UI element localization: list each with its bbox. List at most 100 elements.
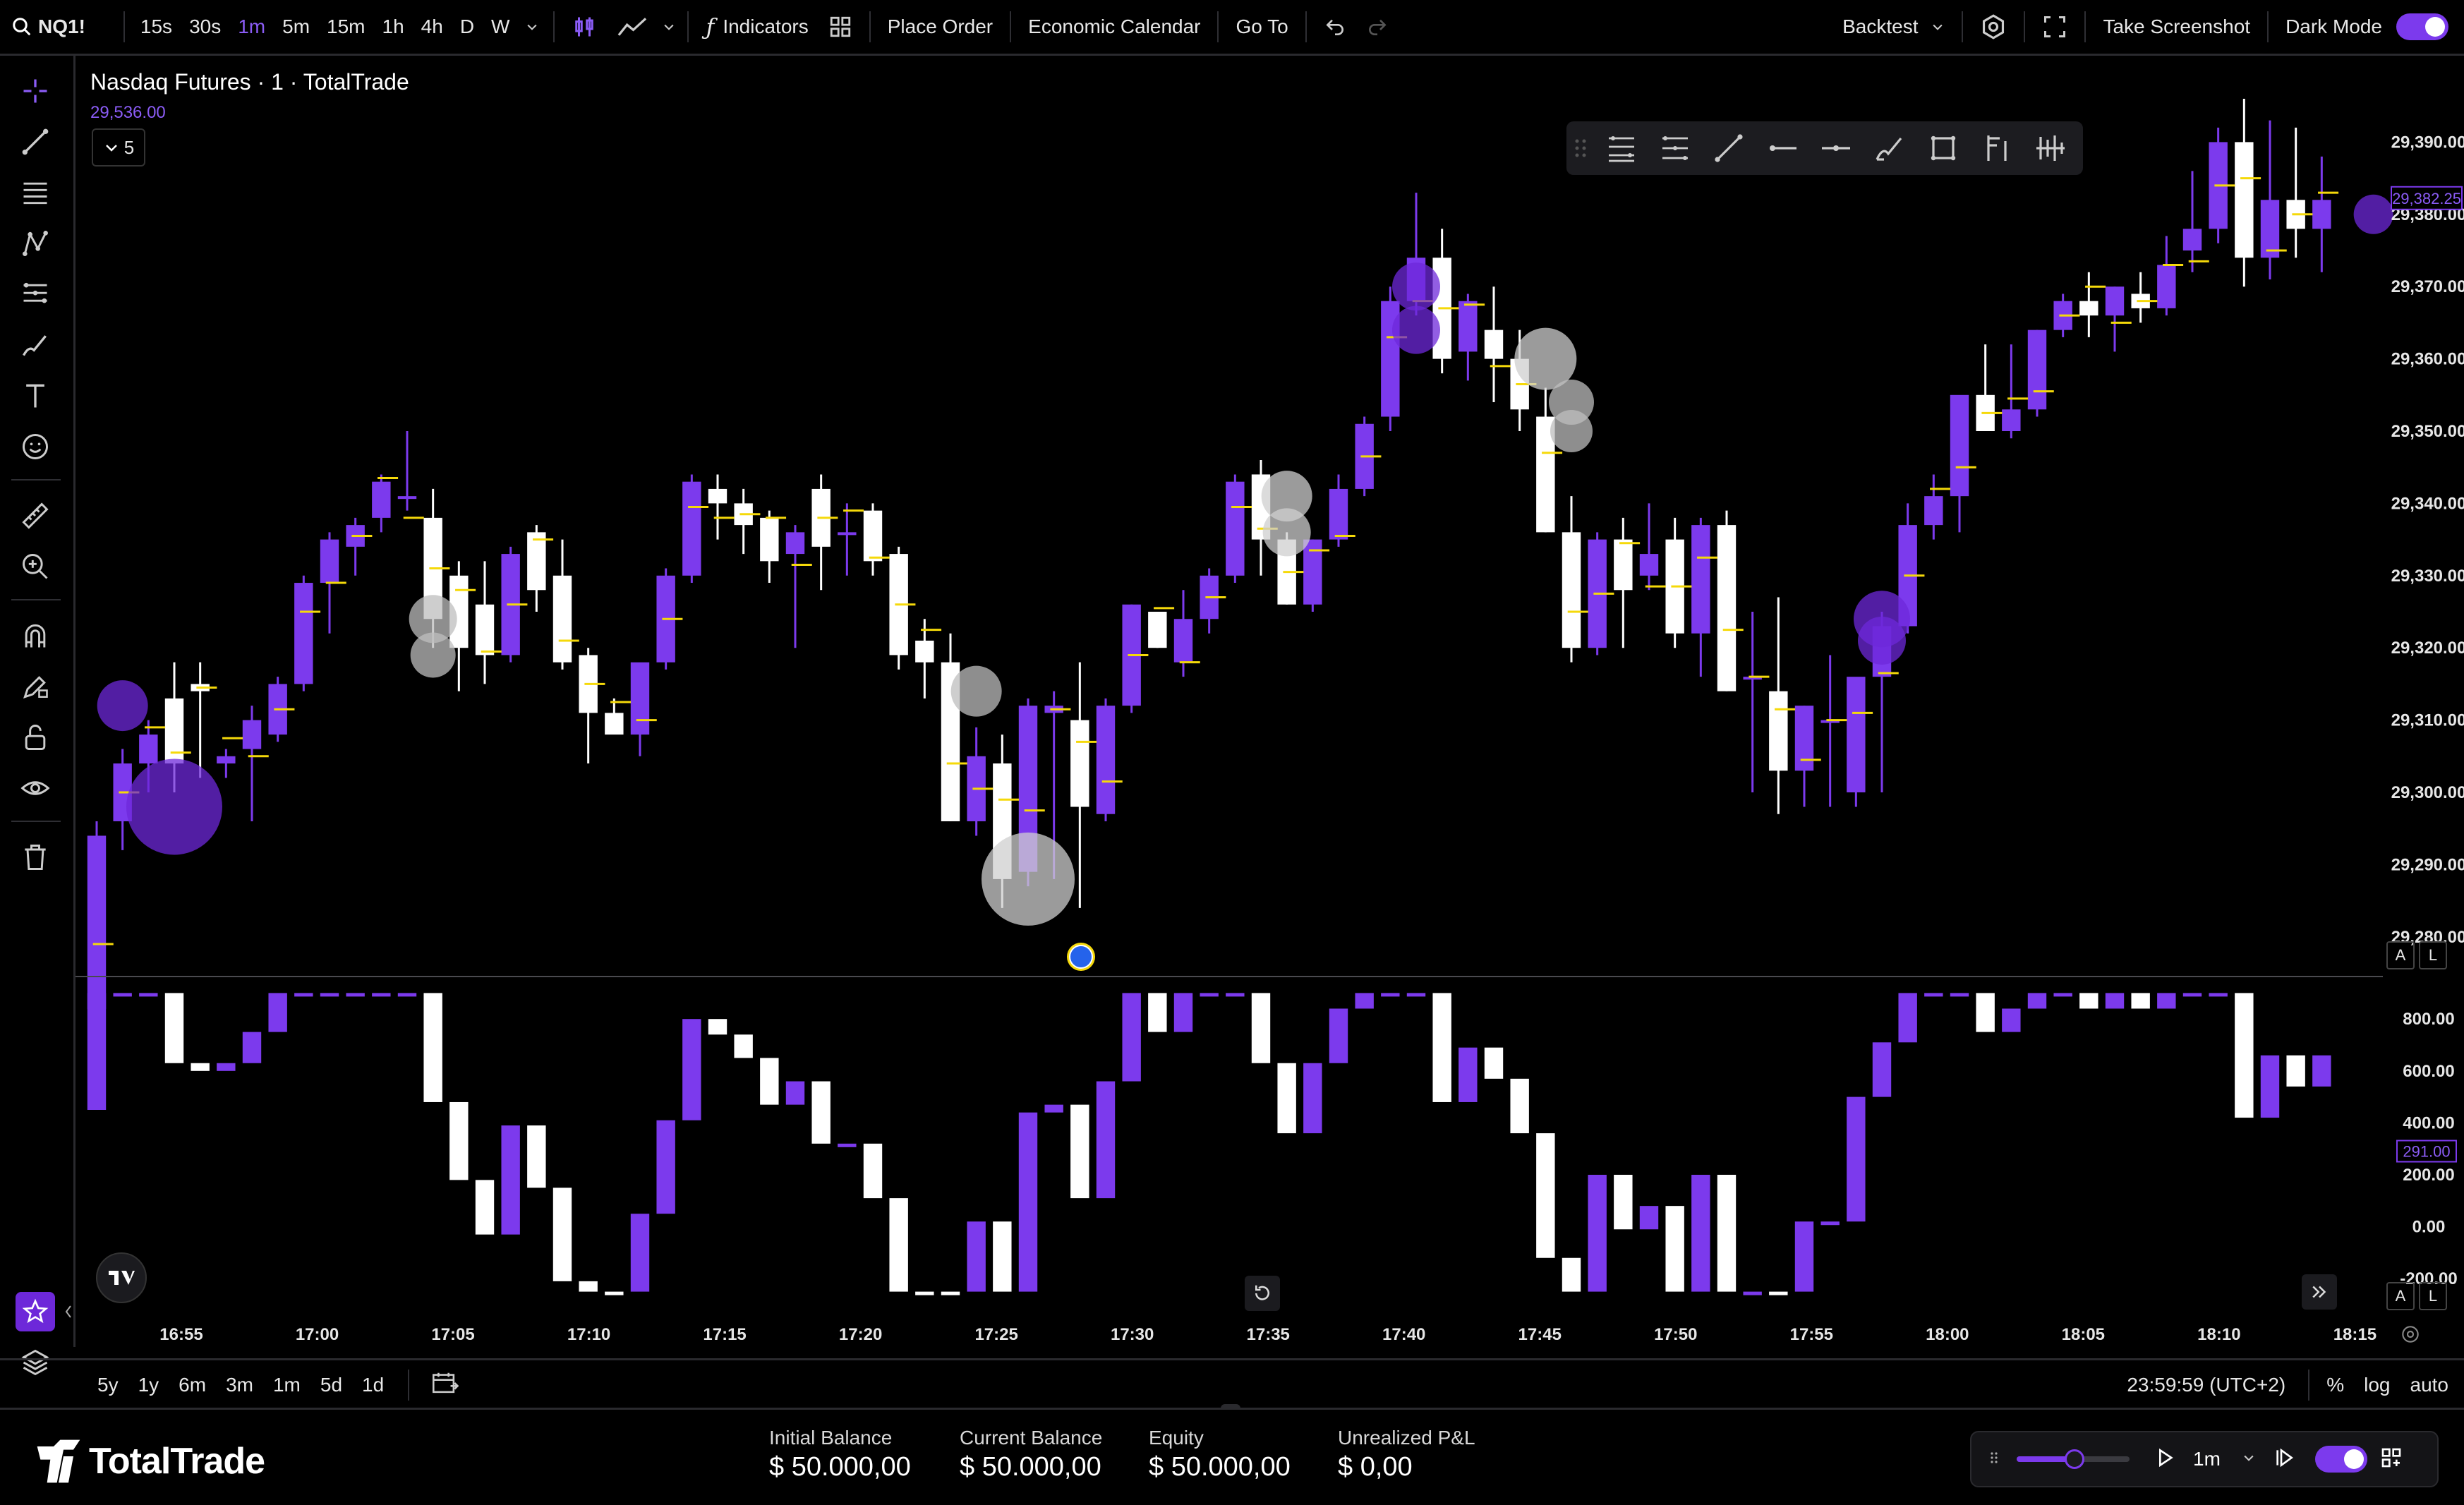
fullscreen-icon[interactable] bbox=[2032, 0, 2077, 54]
price-chart[interactable]: 29,390.0029,380.0029,370.0029,360.0029,3… bbox=[76, 56, 2464, 1354]
interval-d[interactable]: D bbox=[452, 0, 483, 54]
fib-retracement-icon[interactable] bbox=[16, 274, 55, 314]
economic-event-flag-icon[interactable] bbox=[1067, 943, 1095, 971]
settings-gear-icon[interactable] bbox=[2399, 1323, 2427, 1351]
parallel-channel-icon[interactable] bbox=[1648, 121, 1702, 175]
brush-icon[interactable] bbox=[16, 325, 55, 365]
place-order-button[interactable]: Place Order bbox=[878, 0, 1003, 54]
redo-icon[interactable] bbox=[1356, 0, 1399, 54]
delta-bar bbox=[1459, 1047, 1478, 1102]
pattern-icon[interactable] bbox=[16, 224, 55, 263]
percent-scale-button[interactable]: % bbox=[2326, 1374, 2344, 1396]
drag-handle-icon[interactable] bbox=[1566, 121, 1595, 175]
candle-body bbox=[2027, 330, 2047, 410]
interval-1h[interactable]: 1h bbox=[374, 0, 413, 54]
trend-line-icon[interactable] bbox=[16, 122, 55, 162]
rectangle-icon[interactable] bbox=[1916, 121, 1970, 175]
magnet-icon[interactable] bbox=[16, 616, 55, 655]
volume-bubble bbox=[126, 758, 222, 855]
chevron-down-icon[interactable] bbox=[658, 0, 680, 54]
candles-chart-type-icon[interactable] bbox=[562, 0, 607, 54]
interval-4h[interactable]: 4h bbox=[413, 0, 452, 54]
go-to-button[interactable]: Go To bbox=[1226, 0, 1298, 54]
collapse-sidebar-icon[interactable] bbox=[64, 1303, 73, 1320]
delta-bar bbox=[2235, 993, 2254, 1118]
unlock-icon[interactable] bbox=[16, 718, 55, 757]
price-tick-label: 29,370.00 bbox=[2391, 277, 2464, 296]
settings-gear-icon[interactable] bbox=[1970, 0, 2017, 54]
replay-toggle[interactable] bbox=[2314, 1446, 2367, 1473]
replay-speed-slider[interactable] bbox=[2017, 1449, 2130, 1469]
layout-grid-icon[interactable] bbox=[2380, 1446, 2403, 1473]
range-3m[interactable]: 3m bbox=[216, 1364, 263, 1406]
play-icon[interactable] bbox=[2154, 1446, 2176, 1473]
layout-grid-icon[interactable] bbox=[819, 0, 862, 54]
symbol-search[interactable]: NQ1! bbox=[0, 0, 95, 54]
delta-bar bbox=[2182, 993, 2202, 997]
delta-bar bbox=[967, 1221, 986, 1292]
range-1y[interactable]: 1y bbox=[128, 1364, 169, 1406]
trash-icon[interactable] bbox=[16, 838, 55, 877]
log-scale-button[interactable]: L bbox=[2419, 1282, 2447, 1310]
price-tick-label: 29,290.00 bbox=[2391, 855, 2464, 874]
range-5d[interactable]: 5d bbox=[310, 1364, 352, 1406]
economic-calendar-button[interactable]: Economic Calendar bbox=[1018, 0, 1210, 54]
bar-pattern-icon[interactable] bbox=[2024, 121, 2077, 175]
clock-timezone[interactable]: 23:59:59 (UTC+2) bbox=[2127, 1374, 2285, 1396]
delta-bar bbox=[1924, 993, 1943, 997]
text-icon[interactable] bbox=[16, 376, 55, 416]
candle-body bbox=[372, 481, 391, 518]
interval-15m[interactable]: 15m bbox=[318, 0, 373, 54]
fib-levels-icon[interactable] bbox=[1595, 121, 1648, 175]
horizontal-ray-icon[interactable] bbox=[1756, 121, 1809, 175]
auto-scale-button[interactable]: A bbox=[2386, 941, 2415, 969]
brush-icon[interactable] bbox=[1863, 121, 1916, 175]
reset-chart-icon[interactable] bbox=[1245, 1276, 1280, 1311]
range-6m[interactable]: 6m bbox=[169, 1364, 216, 1406]
emoji-icon[interactable] bbox=[16, 427, 55, 466]
favorites-star-icon[interactable] bbox=[16, 1292, 55, 1331]
delta-bar bbox=[1381, 993, 1400, 997]
collapse-indicators-button[interactable]: 5 bbox=[92, 128, 145, 167]
backtest-button[interactable]: Backtest bbox=[1832, 0, 1955, 54]
indicators-button[interactable]: ƒ Indicators bbox=[696, 0, 818, 54]
interval-1m[interactable]: 1m bbox=[229, 0, 274, 54]
range-1d[interactable]: 1d bbox=[352, 1364, 394, 1406]
time-tick-label: 17:40 bbox=[1382, 1325, 1425, 1344]
delta-bar bbox=[941, 1291, 960, 1295]
candle-body bbox=[708, 488, 727, 504]
undo-icon[interactable] bbox=[1314, 0, 1356, 54]
time-tick-label: 17:25 bbox=[974, 1325, 1017, 1344]
step-forward-icon[interactable] bbox=[2273, 1446, 2295, 1473]
auto-scale-button[interactable]: A bbox=[2386, 1282, 2415, 1310]
log-scale-button[interactable]: L bbox=[2419, 941, 2447, 969]
interval-5m[interactable]: 5m bbox=[274, 0, 318, 54]
candle-body bbox=[397, 496, 417, 500]
auto-scale-button[interactable]: auto bbox=[2410, 1374, 2449, 1396]
chevron-down-icon[interactable] bbox=[2242, 1451, 2256, 1468]
eye-icon[interactable] bbox=[16, 768, 55, 808]
dark-mode-toggle[interactable] bbox=[2396, 13, 2448, 40]
chevron-down-icon[interactable] bbox=[518, 0, 546, 54]
crosshair-icon[interactable] bbox=[16, 71, 55, 111]
interval-15s[interactable]: 15s bbox=[132, 0, 181, 54]
interval-30s[interactable]: 30s bbox=[181, 0, 229, 54]
horizontal-line-icon[interactable] bbox=[1809, 121, 1863, 175]
interval-w[interactable]: W bbox=[483, 0, 518, 54]
replay-interval[interactable]: 1m bbox=[2193, 1448, 2221, 1470]
horizontal-lines-icon[interactable] bbox=[16, 173, 55, 212]
date-range-icon[interactable] bbox=[430, 1370, 459, 1401]
drag-handle-icon[interactable] bbox=[1986, 1447, 2003, 1472]
range-1m[interactable]: 1m bbox=[263, 1364, 310, 1406]
long-position-icon[interactable] bbox=[1970, 121, 2024, 175]
log-scale-button[interactable]: log bbox=[2364, 1374, 2390, 1396]
range-5y[interactable]: 5y bbox=[87, 1364, 128, 1406]
time-tick-label: 17:05 bbox=[431, 1325, 474, 1344]
line-chart-type-icon[interactable] bbox=[607, 0, 658, 54]
take-screenshot-button[interactable]: Take Screenshot bbox=[2093, 0, 2260, 54]
zoom-in-icon[interactable] bbox=[16, 547, 55, 586]
ruler-icon[interactable] bbox=[16, 496, 55, 536]
trend-line-icon[interactable] bbox=[1702, 121, 1756, 175]
lock-drawing-icon[interactable] bbox=[16, 667, 55, 706]
scroll-to-latest-icon[interactable] bbox=[2302, 1274, 2337, 1310]
